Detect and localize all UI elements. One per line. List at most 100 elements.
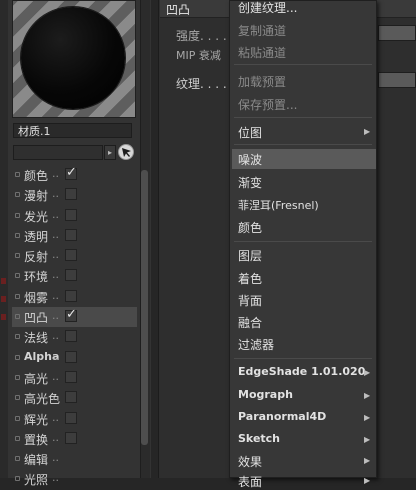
channel-checkbox[interactable] [65, 350, 77, 363]
channel-leader: .. [52, 227, 59, 241]
menu-item-color[interactable]: 颜色 [238, 219, 262, 236]
channel-dot-icon [15, 314, 20, 320]
channel-leader: .. [52, 329, 59, 343]
channel-row[interactable]: 高光色.. [12, 388, 137, 408]
menu-separator [234, 64, 372, 65]
channel-checkbox[interactable] [65, 431, 77, 444]
menu-item-surfaces[interactable]: 表面 [238, 473, 262, 490]
channel-dot-icon [15, 374, 20, 380]
channel-dot-icon [15, 293, 20, 299]
channel-row[interactable]: 凹凸.. [12, 307, 137, 328]
preview-sphere [21, 7, 125, 109]
strength-field[interactable] [378, 25, 416, 41]
menu-item-layer[interactable]: 图层 [238, 247, 262, 264]
channel-checkbox[interactable] [65, 411, 77, 424]
channel-leader: .. [52, 187, 59, 201]
channel-label: 漫射 [24, 189, 49, 204]
channel-checkbox[interactable] [65, 391, 77, 404]
channel-dot-icon [15, 253, 20, 259]
channel-checkbox[interactable] [65, 269, 77, 282]
channel-row[interactable]: 漫射.. [12, 185, 137, 205]
channel-checkbox[interactable] [65, 188, 77, 201]
channel-checkbox[interactable] [65, 289, 77, 302]
marker [1, 278, 6, 284]
channel-checkbox[interactable] [65, 307, 77, 323]
menu-item-load-preset[interactable]: 加载预置 [238, 73, 286, 90]
menu-item-edgeshade[interactable]: EdgeShade 1.01.020 [238, 365, 365, 378]
menu-item-fusion[interactable]: 融合 [238, 314, 262, 331]
channel-dot-icon [15, 415, 20, 421]
channel-dot-icon [15, 172, 20, 177]
menu-item-bitmap[interactable]: 位图 [238, 124, 262, 141]
submenu-arrow-icon: ▶ [364, 435, 371, 444]
channel-leader: .. [52, 410, 59, 424]
menu-item-paste-channel[interactable]: 粘贴通道 [238, 44, 286, 61]
texture-context-menu: 创建纹理... 复制通道 粘贴通道 加载预置 保存预置... 位图 ▶ 噪波 渐… [229, 0, 377, 489]
channel-dot-icon [15, 192, 20, 198]
menu-item-filter[interactable]: 过滤器 [238, 336, 274, 353]
menu-item-effects[interactable]: 效果 [238, 453, 262, 470]
channel-list: 颜色..漫射..发光..透明..反射..环境..烟雾..凹凸..法线..Alph… [12, 165, 137, 490]
submenu-arrow-icon: ▶ [364, 127, 371, 136]
channel-dot-icon [15, 212, 20, 218]
channel-leader: .. [52, 309, 59, 323]
channel-dot-icon [15, 334, 20, 340]
channel-leader: .. [52, 430, 59, 444]
menu-separator [234, 358, 372, 359]
channel-checkbox[interactable] [65, 370, 77, 383]
channel-dot-icon [15, 435, 20, 441]
menu-item-copy-channel[interactable]: 复制通道 [238, 22, 286, 39]
channel-title: 凹凸 [166, 3, 191, 17]
channel-row[interactable]: 光照.. [12, 469, 137, 489]
channel-checkbox[interactable] [65, 228, 77, 241]
channel-row[interactable]: 置换.. [12, 429, 137, 449]
menu-item-paranormal4d[interactable]: Paranormal4D [238, 410, 326, 423]
channel-row[interactable]: 透明.. [12, 226, 137, 246]
channel-checkbox[interactable] [65, 208, 77, 221]
channel-row[interactable]: 反射.. [12, 246, 137, 266]
left-scrollbar-thumb[interactable] [141, 170, 148, 445]
channel-row[interactable]: 高光.. [12, 368, 137, 388]
submenu-arrow-icon: ▶ [364, 476, 371, 485]
submenu-arrow-icon: ▶ [364, 368, 371, 377]
channel-row[interactable]: 烟雾.. [12, 287, 137, 307]
channel-row[interactable]: 颜色.. [12, 165, 137, 185]
menu-item-sketch[interactable]: Sketch [238, 432, 280, 445]
channel-label: 编辑 [24, 453, 49, 468]
channel-label: 反射 [24, 250, 49, 265]
channel-row[interactable]: 法线.. [12, 327, 137, 347]
menu-separator [234, 117, 372, 118]
left-edge-strip [0, 0, 8, 478]
material-name-field[interactable]: 材质.1 [13, 123, 132, 138]
texture-field[interactable] [378, 72, 416, 88]
channel-row[interactable]: 编辑.. [12, 449, 137, 469]
channel-dot-icon [15, 273, 20, 279]
channel-dot-icon [15, 354, 20, 360]
menu-item-colorizer[interactable]: 着色 [238, 270, 262, 287]
channel-row[interactable]: Alpha.. [12, 348, 137, 368]
menu-item-noise[interactable]: 噪波 [238, 151, 262, 168]
channel-leader: .. [52, 390, 59, 404]
menu-item-save-preset[interactable]: 保存预置... [238, 96, 297, 113]
menu-item-create-texture[interactable]: 创建纹理... [238, 0, 297, 16]
channel-dot-icon [15, 456, 20, 462]
channel-label: 颜色 [24, 169, 49, 183]
menu-item-gradient[interactable]: 渐变 [238, 174, 262, 191]
menu-item-fresnel[interactable]: 菲涅耳(Fresnel) [238, 197, 319, 213]
channel-label: 法线 [24, 331, 49, 346]
channel-leader: .. [52, 207, 59, 221]
channel-leader: .. [52, 369, 59, 383]
pointer-icon[interactable] [118, 144, 134, 160]
channel-checkbox[interactable] [65, 165, 77, 180]
menu-item-backface[interactable]: 背面 [238, 292, 262, 309]
channel-row[interactable]: 辉光.. [12, 409, 137, 429]
chevron-right-icon[interactable]: ▸ [104, 145, 116, 160]
channel-checkbox[interactable] [65, 249, 77, 262]
channel-checkbox[interactable] [65, 330, 77, 343]
channel-row[interactable]: 环境.. [12, 266, 137, 286]
menu-item-mograph[interactable]: Mograph [238, 388, 293, 401]
channel-leader: .. [52, 451, 59, 465]
channel-row[interactable]: 发光.. [12, 206, 137, 226]
channel-filter-field[interactable] [13, 145, 103, 160]
channel-label: 凹凸 [24, 311, 49, 326]
